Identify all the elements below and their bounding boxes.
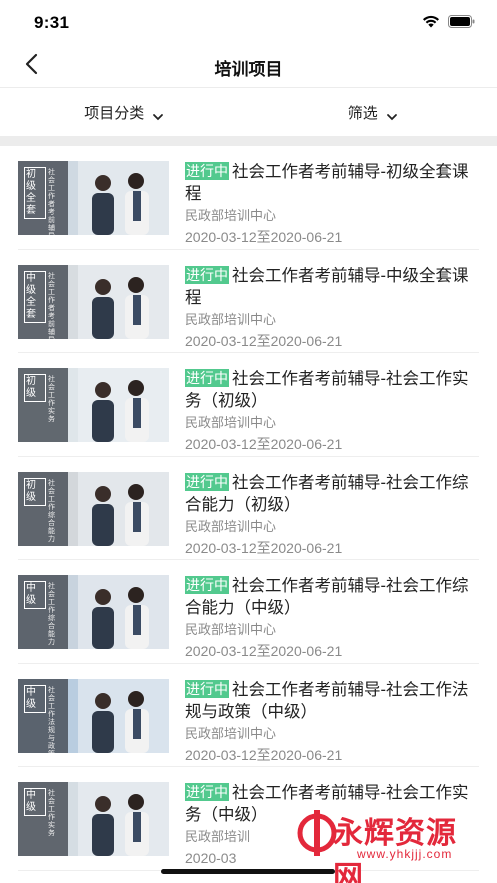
course-organizer: 民政部培训中心 bbox=[185, 208, 277, 223]
course-info: 进行中 社会工作者考前辅导-社会工作综合能力（初级） 民政部培训中心 2020-0… bbox=[185, 472, 479, 557]
course-date-range: 2020-03-12至2020-06-21 bbox=[185, 436, 343, 452]
course-list: 初级全套 社会工作者考前辅导 进行中社会工作者考前辅导-初级全套课程 民政部培训… bbox=[0, 146, 497, 871]
course-row[interactable]: 中级全套 社会工作者考前辅导 进行中社会工作者考前辅导-中级全套课程 民政部培训… bbox=[0, 250, 497, 354]
course-row[interactable]: 初级全套 社会工作者考前辅导 进行中社会工作者考前辅导-初级全套课程 民政部培训… bbox=[0, 146, 497, 250]
course-thumbnail: 中级 社会工作法规与政策 bbox=[18, 678, 169, 753]
course-row[interactable]: 中级 社会工作法规与政策 进行中社会工作者考前辅导-社会工作法规与政策（中级） … bbox=[0, 664, 497, 768]
course-title: 进行中 社会工作者考前辅导-初级全套课程 bbox=[185, 161, 479, 205]
course-row[interactable]: 初级 社会工作综合能力 进行中 社会工作者考前辅导-社会工作综合能力（初级） 民政… bbox=[0, 457, 497, 561]
course-info: 进行中 社会工作者考前辅导-初级全套课程 民政部培训中心 2020-03-12至2… bbox=[185, 161, 479, 246]
nav-bar: 培训项目 bbox=[0, 44, 497, 88]
thumbnail-subtitle: 社会工作实务 bbox=[48, 376, 55, 423]
thumbnail-level: 初级 bbox=[24, 374, 46, 402]
battery-icon bbox=[448, 15, 475, 33]
home-indicator bbox=[161, 869, 335, 874]
watermark-text: 永辉资源网 bbox=[333, 817, 457, 883]
course-date-range: 2020-03-12至2020-06-21 bbox=[185, 539, 343, 556]
watermark: 永辉资源网 www.yhkjjj.com bbox=[297, 800, 467, 883]
status-bar: 9:31 bbox=[0, 0, 497, 44]
status-badge: 进行中 bbox=[185, 472, 229, 491]
status-icons bbox=[422, 15, 475, 33]
course-title: 进行中 社会工作者考前辅导-社会工作实务（初级） bbox=[185, 368, 479, 412]
status-badge: 进行中 bbox=[185, 783, 229, 801]
status-badge: 进行中 bbox=[185, 679, 229, 698]
course-info: 进行中 社会工作者考前辅导-社会工作实务（初级） 民政部培训中心 2020-03-… bbox=[185, 368, 479, 453]
course-organizer: 民政部培训中心 bbox=[185, 622, 277, 637]
filter-dropdown[interactable]: 筛选 bbox=[249, 89, 497, 135]
course-organizer: 民政部培训中心 bbox=[185, 415, 277, 430]
page-title: 培训项目 bbox=[214, 60, 283, 79]
status-badge: 进行中 bbox=[185, 369, 229, 387]
course-thumbnail: 初级全套 社会工作者考前辅导 bbox=[18, 161, 169, 235]
status-badge: 进行中 bbox=[185, 162, 229, 180]
thumbnail-level: 初级 bbox=[24, 477, 46, 506]
filter-label: 筛选 bbox=[347, 104, 378, 122]
chevron-down-icon bbox=[152, 108, 164, 121]
thumbnail-subtitle: 社会工作综合能力 bbox=[48, 583, 55, 646]
course-date-range: 2020-03-12至2020-06-21 bbox=[185, 746, 343, 763]
course-organizer: 民政部培训中心 bbox=[185, 725, 277, 741]
thumbnail-level: 初级全套 bbox=[24, 167, 46, 219]
watermark-url: www.yhkjjj.com bbox=[357, 847, 453, 861]
thumbnail-subtitle: 社会工作实务 bbox=[48, 790, 55, 837]
course-title: 进行中 社会工作者考前辅导-社会工作综合能力（中级） bbox=[185, 575, 479, 619]
thumbnail-subtitle: 社会工作者考前辅导 bbox=[48, 169, 55, 235]
course-thumbnail: 中级 社会工作综合能力 bbox=[18, 575, 169, 649]
thumbnail-level: 中级 bbox=[24, 684, 46, 713]
course-thumbnail: 中级 社会工作实务 bbox=[18, 782, 169, 856]
thumbnail-subtitle: 社会工作者考前辅导 bbox=[48, 272, 55, 339]
course-thumbnail: 初级 社会工作实务 bbox=[18, 368, 169, 442]
course-date-range: 2020-03-12至2020-06-21 bbox=[185, 332, 343, 349]
status-badge: 进行中 bbox=[185, 265, 229, 284]
status-badge: 进行中 bbox=[185, 576, 229, 594]
course-title: 进行中 社会工作者考前辅导-社会工作综合能力（初级） bbox=[185, 472, 479, 516]
course-thumbnail: 初级 社会工作综合能力 bbox=[18, 471, 169, 546]
course-organizer: 民政部培训中心 bbox=[185, 518, 277, 534]
course-info: 进行中 社会工作者考前辅导-社会工作法规与政策（中级） 民政部培训中心 2020-… bbox=[185, 679, 479, 764]
course-info: 进行中 社会工作者考前辅导-社会工作综合能力（中级） 民政部培训中心 2020-0… bbox=[185, 575, 479, 660]
section-divider bbox=[0, 136, 497, 146]
thumbnail-level: 中级全套 bbox=[24, 270, 46, 323]
course-title: 进行中 社会工作者考前辅导-中级全套课程 bbox=[185, 265, 479, 309]
thumbnail-level: 中级 bbox=[24, 788, 46, 816]
category-label: 项目分类 bbox=[84, 104, 145, 122]
thumbnail-level: 中级 bbox=[24, 581, 46, 609]
wifi-icon bbox=[422, 15, 440, 33]
course-row[interactable]: 初级 社会工作实务 进行中 社会工作者考前辅导-社会工作实务（初级） 民政部培训中… bbox=[0, 353, 497, 457]
course-date-range: 2020-03-12至2020-06-21 bbox=[185, 229, 343, 245]
status-time: 9:31 bbox=[34, 13, 70, 32]
course-thumbnail: 中级全套 社会工作者考前辅导 bbox=[18, 264, 169, 339]
filter-bar: 项目分类 筛选 bbox=[0, 89, 497, 135]
course-row[interactable]: 中级 社会工作综合能力 进行中 社会工作者考前辅导-社会工作综合能力（中级） 民政… bbox=[0, 560, 497, 664]
course-organizer: 民政部培训中心 bbox=[185, 311, 277, 327]
course-info: 进行中 社会工作者考前辅导-中级全套课程 民政部培训中心 2020-03-12至2… bbox=[185, 265, 479, 350]
thumbnail-subtitle: 社会工作综合能力 bbox=[48, 479, 55, 543]
course-title: 进行中 社会工作者考前辅导-社会工作法规与政策（中级） bbox=[185, 679, 479, 723]
category-dropdown[interactable]: 项目分类 bbox=[0, 89, 249, 135]
chevron-down-icon bbox=[386, 108, 398, 121]
watermark-logo-icon bbox=[297, 810, 337, 856]
course-date-range: 2020-03-12至2020-06-21 bbox=[185, 643, 343, 659]
thumbnail-subtitle: 社会工作法规与政策 bbox=[48, 686, 55, 753]
